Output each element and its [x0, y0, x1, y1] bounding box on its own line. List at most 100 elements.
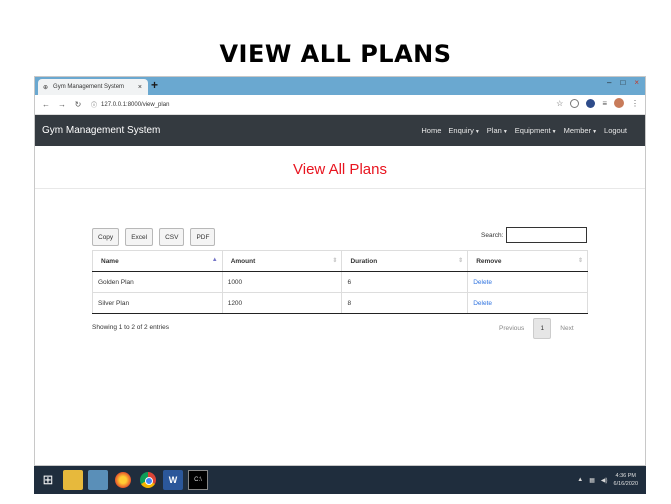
tray-arrow-icon[interactable]: ▲: [577, 477, 583, 483]
sort-asc-icon: ▲: [211, 257, 218, 263]
address-bar: ← → ↻ ⓘ 127.0.0.1:8000/view_plan ☆ ≡ ⋮: [35, 95, 645, 115]
reading-list-icon[interactable]: ≡: [602, 99, 607, 108]
url-field[interactable]: ⓘ 127.0.0.1:8000/view_plan: [91, 100, 170, 110]
forward-icon[interactable]: →: [57, 100, 67, 109]
nav-member-label: Member: [563, 126, 592, 135]
nav-equipment-label: Equipment: [514, 126, 551, 135]
sort-icon: ⇕: [332, 258, 338, 264]
next-button[interactable]: Next: [560, 325, 573, 332]
app-navbar: Gym Management System Home Enquiry▼ Plan…: [35, 115, 645, 146]
reload-icon[interactable]: ↻: [73, 100, 83, 109]
url-text: 127.0.0.1:8000/view_plan: [101, 101, 170, 108]
column-header-amount[interactable]: Amount ⇕: [222, 250, 343, 272]
volume-icon[interactable]: ◀): [601, 477, 608, 484]
back-icon[interactable]: ←: [41, 100, 51, 109]
windows-start-icon[interactable]: ⊞: [38, 470, 58, 490]
previous-button[interactable]: Previous: [499, 325, 524, 332]
folder-icon[interactable]: [63, 470, 83, 490]
table-header-row: Name ▲ Amount ⇕ Duration ⇕ Remove ⇕: [92, 250, 588, 272]
nav-plan[interactable]: Plan▼: [487, 126, 508, 135]
minimize-button[interactable]: –: [607, 78, 611, 87]
column-header-label: Remove: [476, 257, 502, 265]
column-header-label: Amount: [230, 257, 256, 265]
profile-avatar[interactable]: [614, 98, 624, 108]
nav-plan-label: Plan: [486, 126, 502, 135]
pagination: Previous 1 Next: [499, 318, 574, 339]
window-controls: – □ ×: [607, 78, 639, 87]
info-icon[interactable]: ⓘ: [91, 100, 97, 109]
bookmark-star-icon[interactable]: ☆: [556, 99, 563, 108]
navbar-menu: Home Enquiry▼ Plan▼ Equipment▼ Member▼ L…: [421, 126, 627, 135]
browser-tab[interactable]: ⊕ Gym Management System ×: [38, 79, 148, 95]
column-header-label: Name: [101, 257, 119, 265]
table-row: Silver Plan 1200 8 Delete: [92, 292, 588, 314]
new-tab-button[interactable]: +: [151, 78, 158, 92]
clock-time: 4:36 PM: [615, 473, 636, 479]
nav-home[interactable]: Home: [421, 126, 441, 135]
cell-remove: Delete: [467, 292, 588, 314]
taskbar: ⊞ W C:\ ▲ ▦ ◀) 4:36 PM 6/16/2020: [34, 466, 646, 494]
terminal-icon[interactable]: C:\: [188, 470, 208, 490]
excel-button[interactable]: Excel: [125, 228, 154, 246]
plans-table: Name ▲ Amount ⇕ Duration ⇕ Remove ⇕ Golden P…: [92, 250, 588, 314]
export-buttons: Copy Excel CSV PDF: [92, 228, 216, 246]
caret-down-icon: ▼: [592, 129, 598, 135]
table-row: Golden Plan 1000 6 Delete: [92, 271, 588, 293]
tab-title: Gym Management System: [53, 84, 125, 90]
column-header-duration[interactable]: Duration ⇕: [341, 250, 469, 272]
delete-link[interactable]: Delete: [473, 300, 492, 307]
pdf-button[interactable]: PDF: [190, 228, 216, 246]
cell-name: Golden Plan: [92, 271, 223, 293]
browser-window: ⊕ Gym Management System × + – □ × ← → ↻ …: [34, 76, 646, 466]
divider: [35, 188, 645, 189]
sort-icon: ⇕: [458, 258, 464, 264]
cell-duration: 8: [341, 292, 469, 314]
clock[interactable]: 4:36 PM 6/16/2020: [614, 472, 638, 488]
column-header-remove[interactable]: Remove ⇕: [467, 250, 588, 272]
slide-title: VIEW ALL PLANS: [219, 40, 452, 68]
cell-remove: Delete: [467, 271, 588, 293]
column-header-name[interactable]: Name ▲: [92, 250, 223, 272]
chrome-icon[interactable]: [138, 470, 158, 490]
copy-button[interactable]: Copy: [92, 228, 120, 246]
extension-icon-2[interactable]: [586, 98, 596, 108]
cell-amount: 1000: [222, 271, 343, 293]
navbar-brand[interactable]: Gym Management System: [42, 125, 160, 136]
sort-icon: ⇕: [577, 258, 583, 264]
nav-enquiry-label: Enquiry: [448, 126, 474, 135]
nav-logout[interactable]: Logout: [604, 126, 627, 135]
cell-amount: 1200: [222, 292, 343, 314]
caret-down-icon: ▼: [502, 129, 508, 135]
globe-icon: ⊕: [43, 84, 49, 91]
search-box: Search:: [481, 227, 588, 243]
chrome-logo: [140, 472, 156, 488]
clock-date: 6/16/2020: [613, 481, 638, 487]
close-window-button[interactable]: ×: [634, 78, 639, 87]
csv-button[interactable]: CSV: [159, 228, 185, 246]
delete-link[interactable]: Delete: [473, 279, 492, 286]
search-label: Search:: [481, 231, 504, 239]
browser-toolbar-right: ☆ ≡ ⋮: [556, 98, 639, 108]
page-button[interactable]: 1: [533, 318, 552, 339]
firefox-logo: [115, 472, 131, 488]
nav-member[interactable]: Member▼: [564, 126, 597, 135]
page-title: View All Plans: [293, 161, 387, 178]
menu-dots-icon[interactable]: ⋮: [631, 99, 639, 108]
column-header-label: Duration: [350, 257, 378, 265]
tab-close-icon[interactable]: ×: [138, 84, 142, 91]
nav-equipment[interactable]: Equipment▼: [515, 126, 557, 135]
system-tray: ▲ ▦ ◀) 4:36 PM 6/16/2020: [577, 472, 638, 488]
cell-name: Silver Plan: [92, 292, 223, 314]
firefox-icon[interactable]: [113, 470, 133, 490]
browser-titlebar: ⊕ Gym Management System × + – □ ×: [35, 77, 645, 95]
maximize-button[interactable]: □: [620, 78, 625, 87]
network-icon[interactable]: ▦: [589, 477, 595, 484]
cell-duration: 6: [341, 271, 469, 293]
extension-icon[interactable]: [570, 98, 580, 108]
app-icon[interactable]: [88, 470, 108, 490]
search-input[interactable]: [506, 227, 588, 243]
word-icon[interactable]: W: [163, 470, 183, 490]
nav-enquiry[interactable]: Enquiry▼: [448, 126, 479, 135]
caret-down-icon: ▼: [474, 129, 480, 135]
table-info: Showing 1 to 2 of 2 entries: [92, 324, 169, 331]
